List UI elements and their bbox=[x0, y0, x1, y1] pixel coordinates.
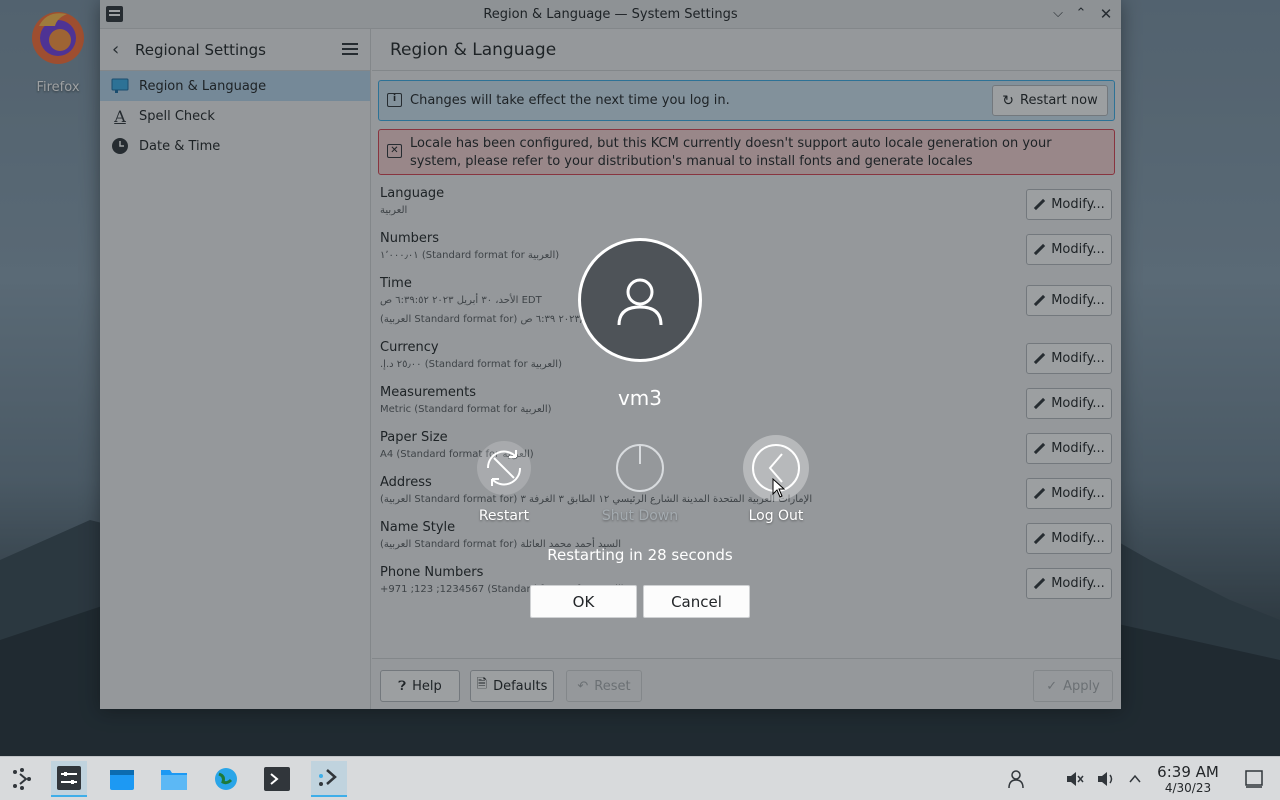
power-icon bbox=[612, 440, 668, 496]
taskbar-system-settings[interactable] bbox=[51, 761, 87, 797]
logout-label: Log Out bbox=[748, 508, 804, 524]
speaker-icon bbox=[1098, 772, 1113, 786]
globe-icon bbox=[215, 768, 237, 790]
user-avatar bbox=[578, 238, 702, 362]
taskbar: 6:39 AM 4/30/23 bbox=[0, 756, 1280, 800]
countdown-text: Restarting in 28 seconds bbox=[547, 546, 733, 564]
username: vm3 bbox=[617, 386, 663, 410]
restart-icon bbox=[476, 440, 532, 496]
show-desktop-button[interactable] bbox=[1236, 761, 1272, 797]
logout-overlay bbox=[0, 0, 1280, 756]
shutdown-label: Shut Down bbox=[601, 508, 679, 524]
taskbar-terminal[interactable] bbox=[259, 761, 295, 797]
store-icon bbox=[110, 770, 134, 790]
settings-icon bbox=[57, 766, 81, 790]
restart-action[interactable]: Restart bbox=[449, 440, 559, 524]
user-icon bbox=[617, 278, 663, 326]
taskbar-browser[interactable] bbox=[208, 761, 244, 797]
mouse-cursor-icon bbox=[772, 478, 786, 498]
clock-time: 6:39 AM bbox=[1157, 763, 1219, 781]
clock-date: 4/30/23 bbox=[1164, 781, 1212, 795]
shutdown-action[interactable]: Shut Down bbox=[585, 440, 695, 524]
folder-icon bbox=[161, 770, 187, 790]
launcher-icon bbox=[13, 768, 31, 790]
leave-icon bbox=[319, 769, 337, 786]
restart-label: Restart bbox=[478, 508, 530, 524]
chevron-up-icon bbox=[1129, 774, 1141, 783]
desktop-icon bbox=[1245, 770, 1263, 788]
speaker-muted-icon bbox=[1067, 772, 1084, 786]
user-icon bbox=[1008, 770, 1024, 789]
terminal-icon bbox=[264, 767, 290, 791]
cancel-button[interactable]: Cancel bbox=[643, 585, 750, 618]
digital-clock[interactable]: 6:39 AM 4/30/23 bbox=[1148, 763, 1228, 795]
taskbar-discover[interactable] bbox=[104, 761, 140, 797]
application-launcher[interactable] bbox=[4, 761, 40, 797]
taskbar-logout-dialog[interactable] bbox=[311, 761, 347, 797]
user-switcher[interactable] bbox=[998, 761, 1034, 797]
ok-button[interactable]: OK bbox=[530, 585, 637, 618]
taskbar-dolphin[interactable] bbox=[156, 761, 192, 797]
